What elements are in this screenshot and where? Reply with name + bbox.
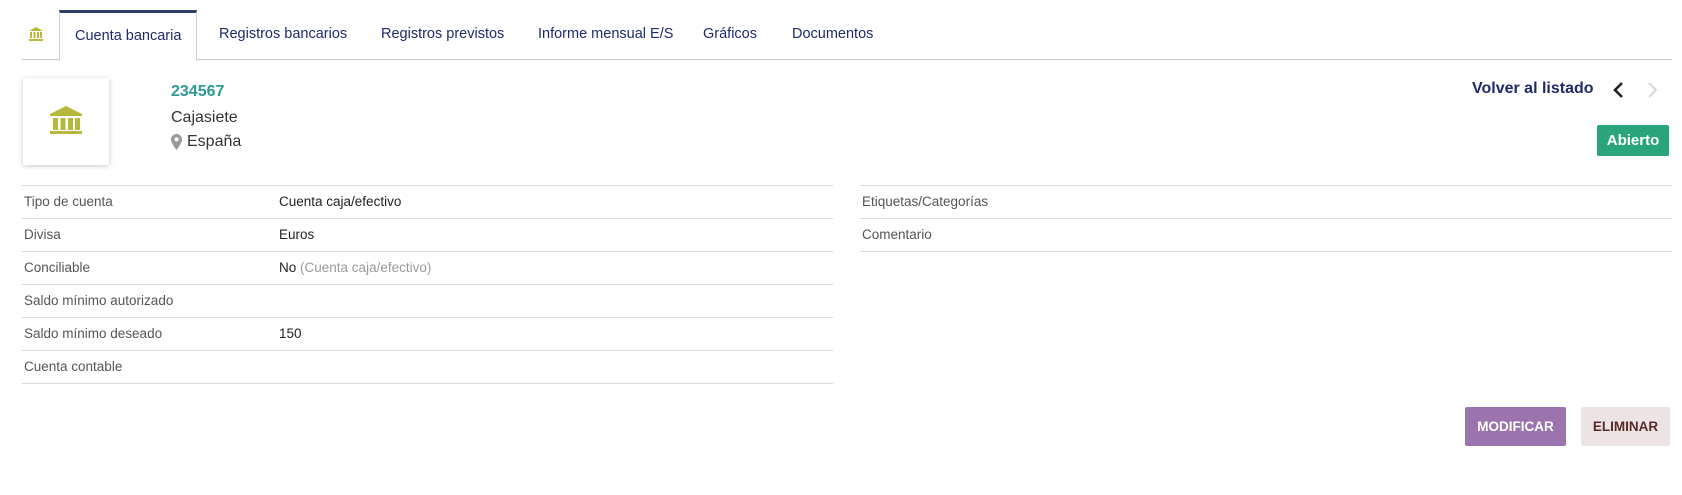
account-logo xyxy=(23,78,109,165)
detail-label: Saldo mínimo autorizado xyxy=(24,293,174,308)
account-extra-table: Etiquetas/Categorías Comentario xyxy=(860,185,1672,252)
location-pin-icon xyxy=(171,134,182,150)
delete-button[interactable]: ELIMINAR xyxy=(1581,407,1670,446)
detail-row-etiquetas: Etiquetas/Categorías xyxy=(860,186,1672,219)
detail-row-saldo-minimo-deseado: Saldo mínimo deseado 150 xyxy=(22,318,833,351)
bank-icon[interactable] xyxy=(28,26,44,42)
detail-label: Cuenta contable xyxy=(24,359,123,374)
country-label: España xyxy=(187,133,242,150)
detail-row-conciliable: Conciliable No (Cuenta caja/efectivo) xyxy=(22,252,833,285)
detail-value: 150 xyxy=(279,326,302,341)
detail-label: Conciliable xyxy=(24,260,91,275)
detail-row-comentario: Comentario xyxy=(860,219,1672,252)
detail-value: No xyxy=(279,260,297,275)
detail-row-tipo-de-cuenta: Tipo de cuenta Cuenta caja/efectivo xyxy=(22,186,833,219)
back-to-list-link[interactable]: Volver al listado xyxy=(1472,80,1594,98)
tab-registros-previstos[interactable]: Registros previstos xyxy=(381,10,504,59)
modify-button[interactable]: MODIFICAR xyxy=(1465,407,1566,446)
tab-cuenta-bancaria[interactable]: Cuenta bancaria xyxy=(59,10,198,61)
detail-row-cuenta-contable: Cuenta contable xyxy=(22,351,833,384)
account-details-table: Tipo de cuenta Cuenta caja/efectivo Divi… xyxy=(22,185,833,384)
bank-icon xyxy=(50,106,82,134)
detail-label: Divisa xyxy=(24,227,61,242)
detail-note: (Cuenta caja/efectivo) xyxy=(300,260,432,275)
tab-informe-mensual[interactable]: Informe mensual E/S xyxy=(538,10,673,59)
bank-name: Cajasiete xyxy=(171,109,238,126)
detail-value-group: No (Cuenta caja/efectivo) xyxy=(279,260,431,275)
tab-documentos[interactable]: Documentos xyxy=(792,10,873,59)
detail-value: Cuenta caja/efectivo xyxy=(279,194,402,209)
account-country: España xyxy=(171,133,241,151)
detail-row-saldo-minimo-autorizado: Saldo mínimo autorizado xyxy=(22,285,833,318)
detail-label: Tipo de cuenta xyxy=(24,194,113,209)
detail-value: Euros xyxy=(279,227,315,242)
tab-bar: Cuenta bancaria Registros bancarios Regi… xyxy=(22,10,1672,61)
detail-label: Saldo mínimo deseado xyxy=(24,326,163,341)
chevron-left-icon[interactable] xyxy=(1612,81,1626,99)
tab-registros-bancarios[interactable]: Registros bancarios xyxy=(219,10,347,59)
status-badge: Abierto xyxy=(1597,125,1669,156)
chevron-right-icon[interactable] xyxy=(1645,81,1659,99)
detail-label: Comentario xyxy=(862,227,932,242)
detail-row-divisa: Divisa Euros xyxy=(22,219,833,252)
account-number: 234567 xyxy=(171,83,225,100)
detail-label: Etiquetas/Categorías xyxy=(862,194,989,209)
tab-graficos[interactable]: Gráficos xyxy=(703,10,757,59)
